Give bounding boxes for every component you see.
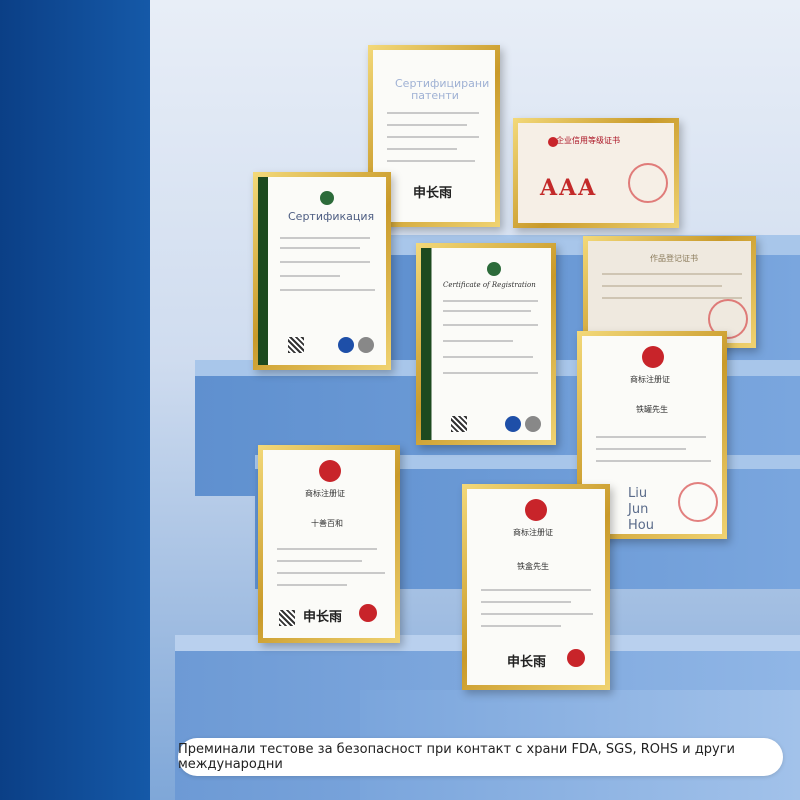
overlay-word: Jun [628, 502, 649, 517]
signature: 申长雨 [507, 655, 547, 670]
aaa-rating: AAA [540, 175, 598, 201]
trademark-title: 商标注册证 [513, 528, 553, 537]
trademark-name: 十善百和 [311, 519, 343, 528]
iso-certificate: Сертификация [253, 172, 391, 370]
works-title: 作品登记证书 [650, 254, 698, 263]
credit-certificate: 企业信用等级证书 AAA [513, 118, 679, 228]
trademark-certificate: 商标注册证 十善百和 申长雨 [258, 445, 400, 643]
trademark-name: 铁罐先生 [636, 405, 668, 414]
registration-certificate: Certificate of Registration [416, 243, 556, 445]
trademark-title: 商标注册证 [630, 375, 670, 384]
signature: 申长雨 [413, 186, 453, 201]
trademark-certificate: 商标注册证 铁盒先生 申长雨 [462, 484, 610, 690]
certification-overlay-text: Сертификация [288, 210, 375, 223]
credit-title: 企业信用等级证书 [556, 136, 620, 145]
signature: 申长雨 [303, 610, 343, 625]
overlay-word: Hou [628, 518, 654, 533]
trademark-title: 商标注册证 [305, 489, 345, 498]
liu-jun-hou-overlay: Liu Jun Hou [628, 486, 654, 534]
registration-title: Certificate of Registration [443, 281, 536, 289]
trademark-name: 铁盒先生 [517, 562, 549, 571]
caption-pill: Преминали тестове за безопасност при кон… [178, 738, 783, 776]
product-certificates-scene: Сертифицирани патенти 申长雨 企业信用等级证书 AAA С… [0, 0, 800, 800]
blue-side-panel [0, 0, 150, 800]
overlay-word: Liu [628, 486, 648, 501]
patent-overlay-text: Сертифицирани патенти [395, 77, 490, 102]
caption-text: Преминали тестове за безопасност при кон… [178, 742, 735, 772]
